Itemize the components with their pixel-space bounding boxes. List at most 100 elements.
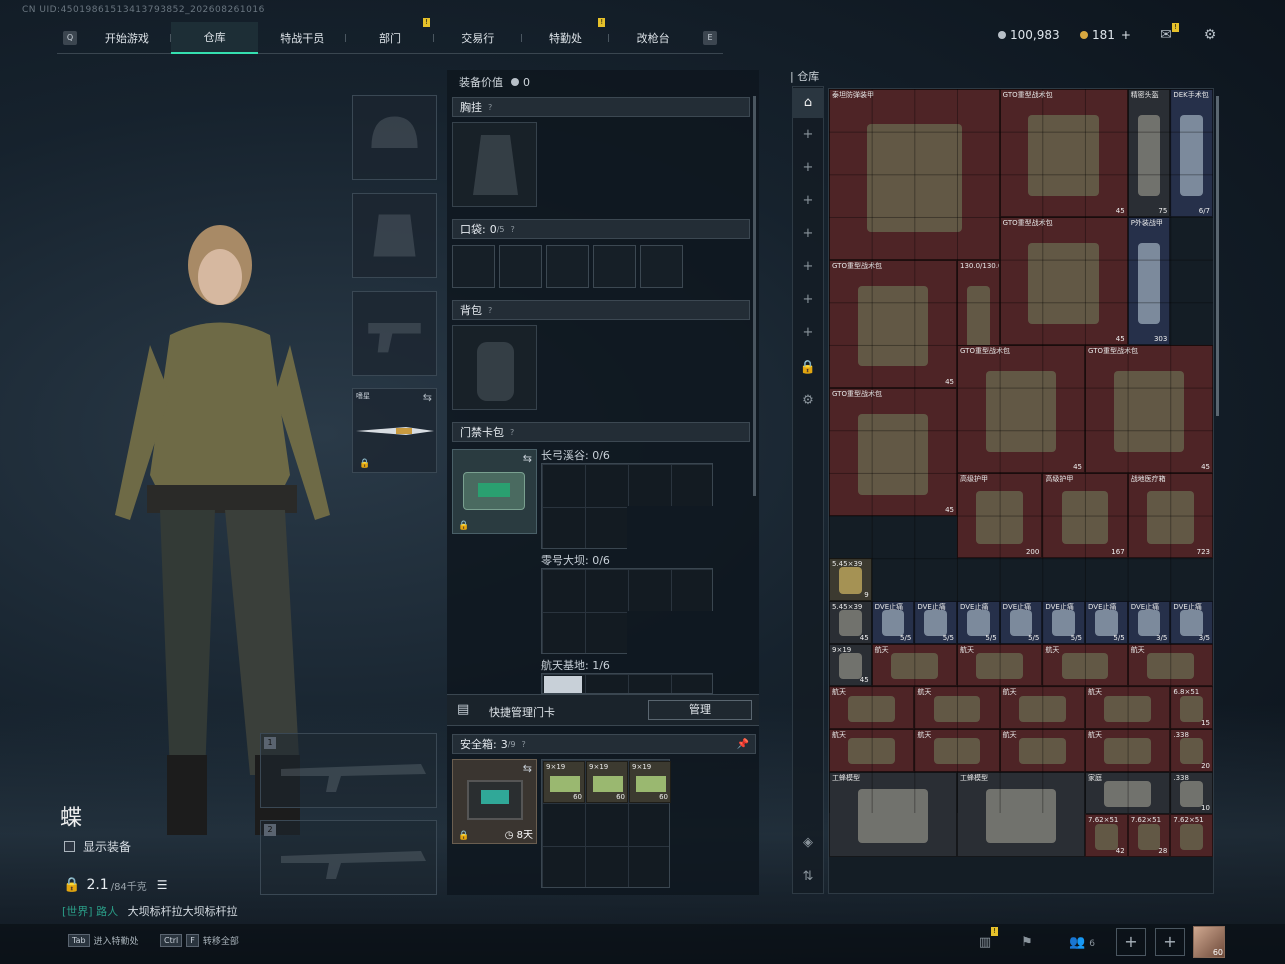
- world-chat[interactable]: [世界] 路人 大坝标杆拉大坝标杆拉: [62, 903, 238, 919]
- transfer-all-hint[interactable]: Ctrl F 转移全部: [160, 934, 239, 947]
- help-icon[interactable]: ?: [511, 225, 515, 234]
- flag-icon[interactable]: ⚑: [1012, 931, 1042, 955]
- pocket-cell[interactable]: [499, 245, 542, 288]
- tab-special-ops[interactable]: 特勤处!: [522, 17, 610, 54]
- friends-icon[interactable]: 👥 6: [1062, 931, 1102, 955]
- show-equipment-toggle[interactable]: 显示装备: [64, 838, 131, 855]
- backpack-header: 背包?: [452, 300, 750, 320]
- ammo-item[interactable]: 9×19 60: [543, 761, 585, 803]
- chest-rig-slot[interactable]: [452, 122, 537, 207]
- keycard-grid-space-base[interactable]: [541, 673, 713, 694]
- pin-icon[interactable]: 📌: [737, 739, 749, 750]
- weight-max: /84千克: [110, 881, 147, 893]
- item-name: 9×19: [546, 763, 566, 771]
- swap-icon[interactable]: ⇆: [523, 762, 532, 775]
- armor-slot[interactable]: [352, 193, 437, 278]
- pocket-cell[interactable]: [546, 245, 589, 288]
- show-equipment-label: 显示装备: [83, 840, 132, 854]
- settings-gear-icon[interactable]: ⚙: [1201, 27, 1219, 43]
- rifle-icon: [281, 851, 426, 879]
- equipment-scrollbar[interactable]: [753, 96, 756, 496]
- add-squad-member-button[interactable]: +: [1116, 928, 1146, 956]
- f-key: F: [186, 934, 199, 947]
- ammo-box-icon: [636, 776, 666, 792]
- tab-gunsmith[interactable]: 改枪台: [609, 22, 697, 54]
- nav-key-left[interactable]: Q: [63, 30, 77, 45]
- enter-special-ops-hint[interactable]: Tab 进入特勤处: [68, 934, 139, 947]
- warehouse-scrollbar[interactable]: [1216, 96, 1219, 416]
- add-tab-icon[interactable]: +: [792, 120, 824, 150]
- chest-rig-header: 胸挂?: [452, 97, 750, 117]
- ammo-item[interactable]: 9×19 60: [586, 761, 628, 803]
- tab-start-game[interactable]: 开始游戏: [83, 22, 171, 54]
- add-squad-member-button[interactable]: +: [1155, 928, 1185, 956]
- warehouse-item[interactable]: 7.62×51: [1170, 814, 1214, 858]
- secondary-weapon-slot[interactable]: 2: [260, 820, 437, 895]
- lock-tab-icon[interactable]: 🔒: [792, 353, 824, 383]
- swap-icon[interactable]: ⇆: [523, 452, 532, 465]
- ammo-item[interactable]: 9×19 60: [629, 761, 671, 803]
- pocket-cell[interactable]: [452, 245, 495, 288]
- warehouse-item[interactable]: 7.62×51 28: [1127, 814, 1171, 858]
- tab-department[interactable]: 部门!: [346, 17, 434, 54]
- grid-label-space-base: 航天基地: 1/6: [541, 659, 610, 672]
- knife-icon: [356, 427, 434, 435]
- weight-lock-icon: 🔒: [63, 877, 81, 893]
- lock-icon: 🔒: [458, 521, 470, 531]
- safe-box-count: 3: [500, 737, 508, 751]
- keycard-bag-label: 门禁卡包: [460, 426, 504, 439]
- add-tab-icon[interactable]: +: [792, 153, 824, 183]
- avatar[interactable]: 60: [1193, 926, 1225, 958]
- melee-slot[interactable]: 嗜星 ⇆ 🔒: [352, 388, 437, 473]
- help-icon[interactable]: ?: [488, 306, 492, 315]
- help-icon[interactable]: ?: [522, 740, 526, 749]
- tab-warehouse[interactable]: 仓库: [170, 21, 259, 54]
- mail-icon[interactable]: ✉!: [1157, 23, 1179, 43]
- tab-label: 仓库: [203, 30, 226, 44]
- tab-trading[interactable]: 交易行: [434, 22, 522, 54]
- keycard-bag-slot[interactable]: ⇆ 🔒: [452, 449, 537, 534]
- coin-icon: [511, 78, 519, 86]
- lock-icon: 🔒: [359, 459, 371, 469]
- add-tab-icon[interactable]: +: [792, 318, 824, 348]
- ammo-box-icon: [550, 776, 580, 792]
- add-tab-icon[interactable]: +: [792, 186, 824, 216]
- safe-box-slot[interactable]: ⇆ 🔒 ◷ 8天: [452, 759, 537, 844]
- quick-manage-label: 快捷管理门卡: [489, 706, 555, 719]
- help-icon[interactable]: ?: [488, 103, 492, 112]
- keycard-item[interactable]: [544, 676, 582, 693]
- helmet-slot[interactable]: [352, 95, 437, 180]
- ctrl-key: Ctrl: [160, 934, 183, 947]
- nav-key-right[interactable]: E: [703, 30, 718, 45]
- gold-currency[interactable]: 181 +: [1080, 28, 1131, 42]
- add-tab-icon[interactable]: +: [792, 252, 824, 282]
- swap-icon[interactable]: ⇆: [423, 391, 432, 404]
- tab-label: 开始游戏: [104, 31, 149, 45]
- pocket-cell[interactable]: [593, 245, 636, 288]
- tab-label: 特战干员: [280, 31, 325, 45]
- checkbox[interactable]: [64, 841, 75, 852]
- backpack-slot[interactable]: [452, 325, 537, 410]
- add-tab-icon[interactable]: +: [792, 219, 824, 249]
- gold-plus-button[interactable]: +: [1121, 28, 1131, 42]
- layers-icon[interactable]: ◈: [792, 828, 824, 858]
- safe-box-grid[interactable]: 9×19 60 9×19 60 9×19 60: [541, 759, 671, 888]
- list-icon[interactable]: ☰: [157, 878, 168, 892]
- safe-box-header: 安全箱: 3 /9 ? 📌: [452, 734, 756, 754]
- sort-icon[interactable]: ⇅: [792, 862, 824, 892]
- item-image: [1137, 823, 1161, 850]
- tab-operators[interactable]: 特战干员: [258, 22, 347, 54]
- uid-text: CN UID:4501986151341379385​2_20260826101…: [22, 5, 265, 15]
- help-icon[interactable]: ?: [510, 428, 514, 437]
- manage-button[interactable]: 管理: [648, 700, 752, 720]
- warehouse-item[interactable]: 7.62×51 42: [1085, 814, 1128, 858]
- warehouse-main-tab-icon[interactable]: ⌂: [792, 88, 824, 118]
- pocket-cell[interactable]: [640, 245, 683, 288]
- grid-label-longbow: 长弓溪谷: 0/6: [541, 449, 610, 462]
- primary-weapon-slot[interactable]: 1: [260, 733, 437, 808]
- pistol-slot[interactable]: [352, 291, 437, 376]
- settings-tab-icon[interactable]: ⚙: [792, 386, 824, 416]
- item-count: 60: [659, 793, 668, 801]
- stats-chart-icon[interactable]: ▥!: [970, 927, 1000, 955]
- add-tab-icon[interactable]: +: [792, 285, 824, 315]
